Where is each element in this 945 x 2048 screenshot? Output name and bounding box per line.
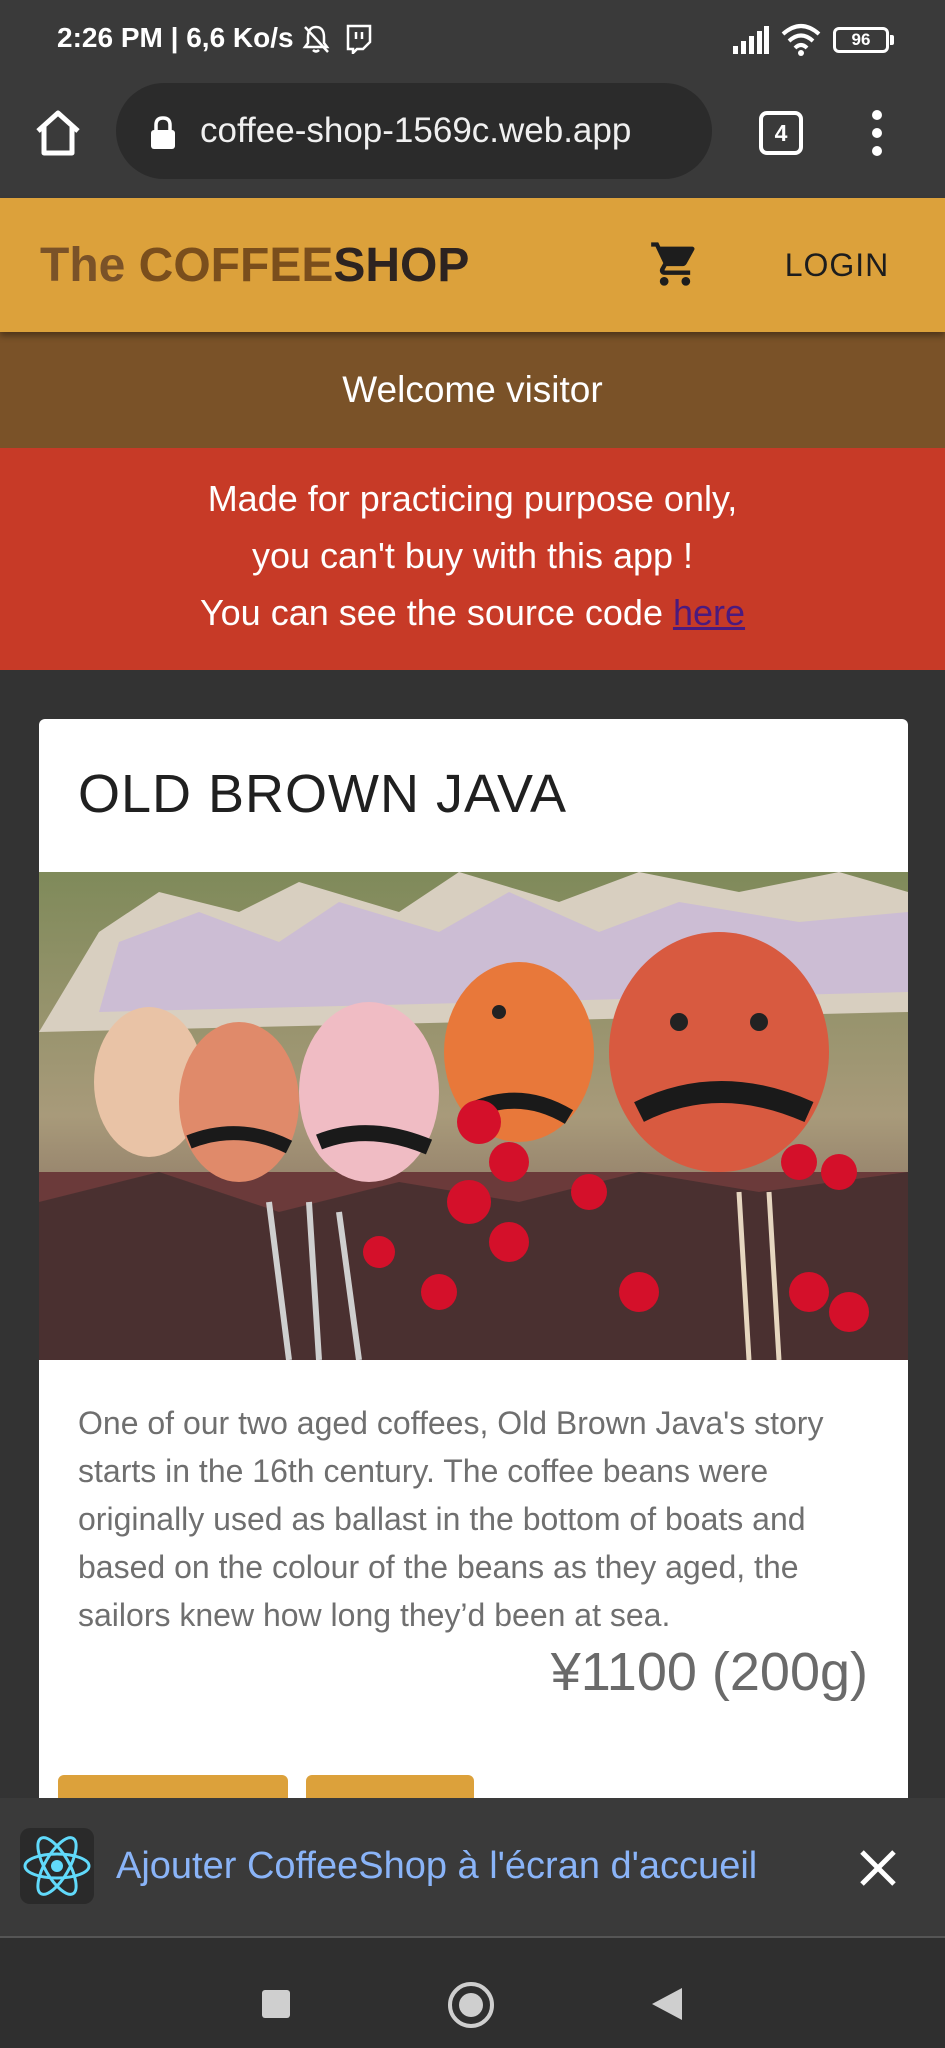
tabs-button[interactable]: 4 bbox=[759, 111, 803, 155]
product-price: ¥1100 (200g) bbox=[550, 1642, 868, 1702]
nav-back-icon[interactable] bbox=[650, 1986, 684, 2022]
brand-logo[interactable]: The COFFEESHOP bbox=[40, 238, 469, 293]
status-bar: 2:26 PM | 6,6 Ko/s 96 bbox=[0, 0, 945, 82]
install-text[interactable]: Ajouter CoffeeShop à l'écran d'accueil bbox=[116, 1845, 757, 1888]
lock-icon bbox=[151, 116, 175, 149]
notice-line-1: Made for practicing purpose only, bbox=[207, 478, 738, 519]
nav-recents-icon[interactable] bbox=[262, 1990, 290, 2018]
install-banner[interactable]: Ajouter CoffeeShop à l'écran d'accueil bbox=[0, 1798, 945, 1936]
login-button[interactable]: LOGIN bbox=[762, 242, 912, 288]
status-time: 2:26 PM | 6,6 Ko/s bbox=[57, 22, 294, 53]
product-description: One of our two aged coffees, Old Brown J… bbox=[78, 1405, 824, 1633]
nav-home-icon[interactable] bbox=[448, 1982, 494, 2028]
twitch-icon bbox=[346, 24, 372, 54]
bell-muted-icon bbox=[302, 25, 330, 53]
source-code-link[interactable]: here bbox=[673, 592, 745, 633]
url-text: coffee-shop-1569c.web.app bbox=[200, 111, 632, 150]
system-nav-bar bbox=[0, 1936, 945, 2048]
signal-icon bbox=[733, 26, 769, 54]
browser-toolbar: coffee-shop-1569c.web.app 4 bbox=[0, 82, 945, 198]
notice-line-3: You can see the source code here bbox=[199, 592, 746, 633]
product-title: OLD BROWN JAVA bbox=[78, 764, 568, 824]
wifi-icon bbox=[781, 24, 821, 56]
notice-line-2: you can't buy with this app ! bbox=[251, 535, 694, 576]
address-bar[interactable]: coffee-shop-1569c.web.app bbox=[116, 83, 712, 179]
notice-banner: Made for practicing purpose only, you ca… bbox=[0, 448, 945, 670]
product-card: OLD BROWN JAVA One of our two aged coffe… bbox=[39, 719, 908, 1819]
more-vert-icon[interactable] bbox=[862, 108, 892, 158]
battery-icon: 96 bbox=[833, 27, 895, 53]
home-icon[interactable] bbox=[32, 107, 84, 159]
cart-icon[interactable] bbox=[648, 238, 702, 290]
welcome-banner: Welcome visitor bbox=[0, 332, 945, 448]
app-header: The COFFEESHOP LOGIN bbox=[0, 198, 945, 332]
product-image bbox=[39, 872, 908, 1360]
close-icon[interactable] bbox=[858, 1848, 898, 1888]
react-icon bbox=[20, 1828, 94, 1904]
battery-level: 96 bbox=[833, 27, 889, 53]
